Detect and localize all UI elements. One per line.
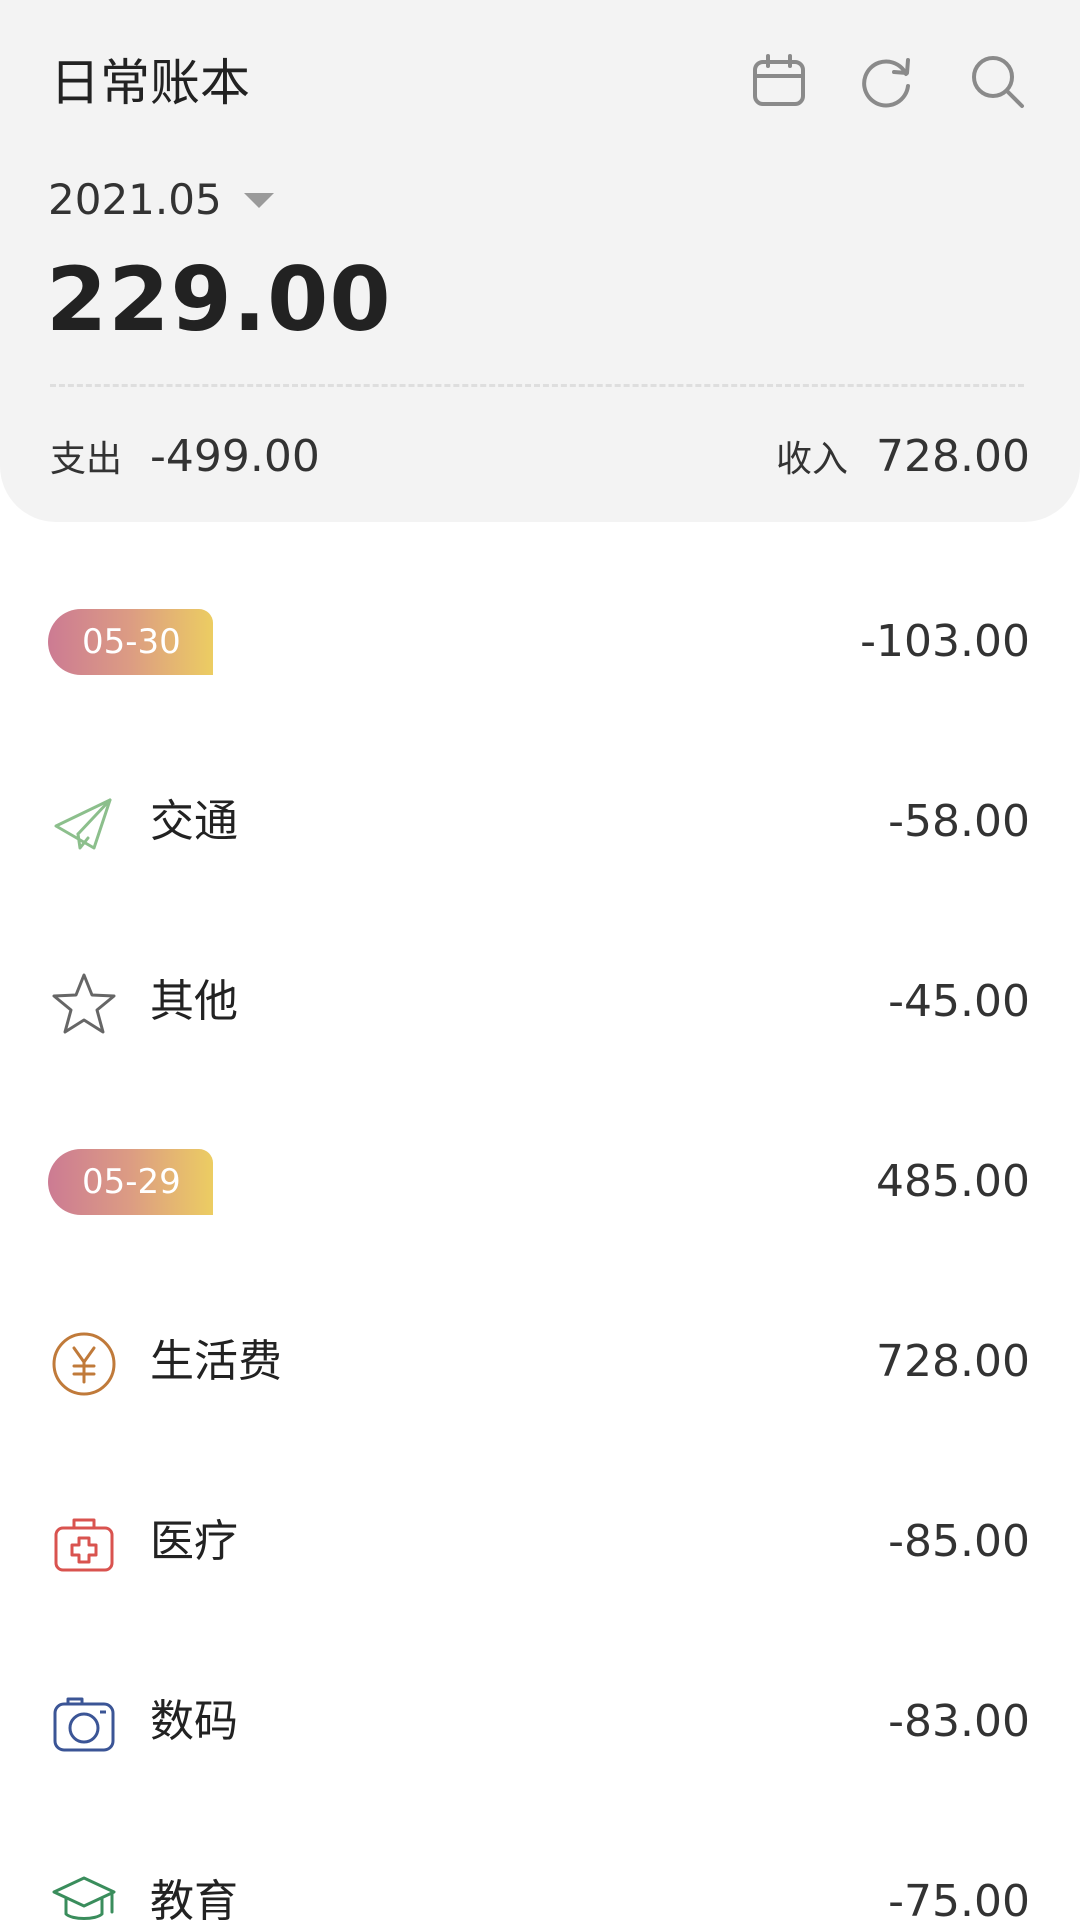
- transaction-row[interactable]: 生活费 728.00: [0, 1312, 1080, 1412]
- summary-header: 日常账本 2021.05 229.00 支出 -499.00 收入 728.00: [0, 0, 1080, 522]
- transaction-amount: -45.00: [888, 976, 1030, 1027]
- book-title[interactable]: 日常账本: [50, 52, 250, 114]
- month-selector[interactable]: 2021.05: [48, 174, 274, 226]
- day-header: 05-29 485.00: [0, 1132, 1080, 1232]
- expense-summary: 支出 -499.00: [50, 430, 320, 482]
- day-header: 05-30 -103.00: [0, 592, 1080, 692]
- transaction-row[interactable]: 医疗 -85.00: [0, 1492, 1080, 1592]
- day-total: 485.00: [876, 1156, 1030, 1207]
- medical-kit-icon: [50, 1510, 118, 1578]
- transaction-amount: -85.00: [888, 1516, 1030, 1567]
- expense-value: -499.00: [150, 431, 320, 482]
- transaction-amount: 728.00: [876, 1336, 1030, 1387]
- transaction-row[interactable]: 交通 -58.00: [0, 772, 1080, 872]
- transaction-amount: -75.00: [888, 1876, 1030, 1920]
- yuan-coin-icon: [50, 1330, 118, 1398]
- transaction-amount: -58.00: [888, 796, 1030, 847]
- refresh-icon[interactable]: [858, 52, 916, 110]
- chevron-down-icon: [243, 192, 274, 208]
- ledger-screen: 日常账本 2021.05 229.00 支出 -499.00 收入 728.00…: [0, 0, 1080, 1920]
- date-badge: 05-29: [48, 1149, 213, 1215]
- category-name: 教育: [150, 1876, 238, 1920]
- paper-plane-icon: [50, 790, 118, 858]
- month-label: 2021.05: [48, 175, 222, 224]
- transaction-row[interactable]: 数码 -83.00: [0, 1672, 1080, 1772]
- star-icon: [50, 970, 118, 1038]
- category-name: 其他: [150, 976, 238, 1027]
- divider: [50, 384, 1024, 387]
- search-icon[interactable]: [968, 52, 1026, 110]
- category-name: 交通: [150, 796, 238, 847]
- income-value: 728.00: [876, 431, 1030, 482]
- category-name: 生活费: [150, 1336, 282, 1387]
- income-summary: 收入 728.00: [776, 430, 1030, 482]
- category-name: 医疗: [150, 1516, 238, 1567]
- transaction-amount: -83.00: [888, 1696, 1030, 1747]
- calendar-icon[interactable]: [750, 52, 808, 110]
- balance-amount: 229.00: [46, 248, 392, 351]
- date-badge: 05-30: [48, 609, 213, 675]
- expense-label: 支出: [50, 439, 123, 480]
- transaction-row[interactable]: 其他 -45.00: [0, 952, 1080, 1052]
- day-total: -103.00: [860, 616, 1030, 667]
- graduation-cap-icon: [50, 1870, 118, 1920]
- camera-icon: [50, 1690, 118, 1758]
- income-label: 收入: [776, 439, 849, 480]
- transaction-row[interactable]: 教育 -75.00: [0, 1852, 1080, 1920]
- category-name: 数码: [150, 1696, 238, 1747]
